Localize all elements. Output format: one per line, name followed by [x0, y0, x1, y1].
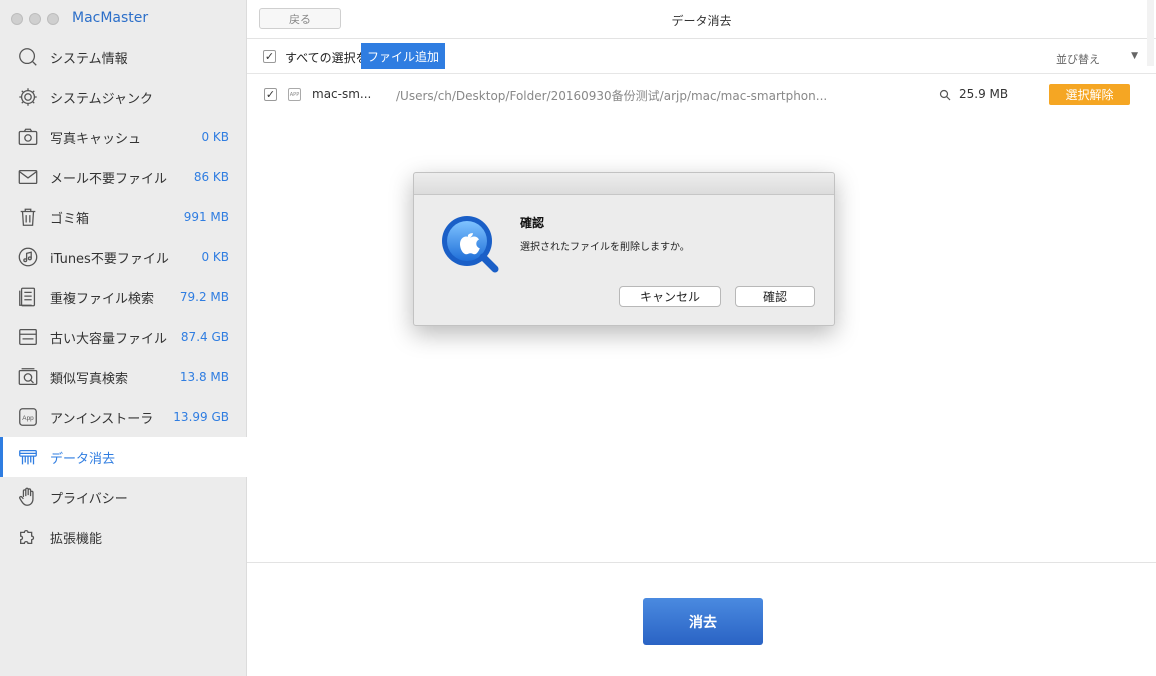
shredder-icon [16, 445, 40, 469]
similar-photo-icon [16, 365, 40, 389]
chevron-down-icon[interactable]: ▼ [1131, 51, 1138, 61]
sidebar-item-size: 13.99 GB [173, 410, 229, 424]
gear-icon [16, 85, 40, 109]
sidebar-item-label: データ消去 [50, 451, 116, 467]
sidebar-item-size: 13.8 MB [179, 370, 229, 384]
mail-icon [16, 165, 40, 189]
app-icon: App [16, 405, 40, 429]
sidebar-item-label: プライバシー [50, 491, 128, 507]
zoom-window-button[interactable] [47, 13, 59, 25]
sort-dropdown[interactable]: 並び替え [1056, 51, 1100, 67]
close-window-button[interactable] [11, 13, 23, 25]
file-path: /Users/ch/Desktop/Folder/20160930备份测试/ar… [396, 89, 828, 103]
select-all-checkbox[interactable]: ✓ [263, 50, 276, 63]
app-logo-icon [442, 216, 499, 273]
sidebar-item-size: 991 MB [183, 210, 229, 224]
sidebar-item-label: システム情報 [50, 51, 128, 67]
file-size: 25.9 MB [959, 87, 1009, 101]
sidebar-item-size: 0 KB [201, 250, 229, 264]
deselect-button[interactable]: 選択解除 [1049, 84, 1130, 105]
confirm-dialog: 確認 選択されたファイルを削除しますか。 キャンセル 確認 [413, 172, 835, 326]
music-icon [16, 245, 40, 269]
svg-text:App: App [22, 415, 34, 422]
sidebar-item-duplicate-finder[interactable]: 重複ファイル検索 79.2 MB [0, 277, 247, 317]
page-title: データ消去 [671, 14, 732, 28]
sidebar-item-mail-junk[interactable]: メール不要ファイル 86 KB [0, 157, 247, 197]
list-toolbar: ✓ すべての選択を ファイル追加 並び替え ▼ [247, 39, 1156, 74]
confirm-button[interactable]: 確認 [735, 286, 815, 307]
bottom-bar: 消去 [247, 562, 1156, 676]
puzzle-icon [16, 525, 40, 549]
app-title: MacMaster [72, 10, 149, 26]
file-icon: APP [288, 88, 301, 101]
window-controls [11, 13, 59, 25]
file-checkbox[interactable]: ✓ [264, 88, 277, 101]
sidebar-item-itunes-junk[interactable]: iTunes不要ファイル 0 KB [0, 237, 247, 277]
sidebar-item-label: 拡張機能 [50, 531, 103, 547]
main-panel: 戻る データ消去 ✓ すべての選択を ファイル追加 並び替え ▼ ✓ APP m… [247, 0, 1156, 676]
sidebar-item-label: ゴミ箱 [50, 211, 90, 227]
sidebar-item-data-erase[interactable]: データ消去 [0, 437, 247, 477]
minimize-window-button[interactable] [29, 13, 41, 25]
dialog-message: 選択されたファイルを削除しますか。 [520, 242, 690, 253]
sidebar-item-similar-photos[interactable]: 類似写真検索 13.8 MB [0, 357, 247, 397]
hand-icon [16, 485, 40, 509]
select-all-label: すべての選択を [285, 51, 368, 65]
sidebar-item-system-info[interactable]: システム情報 [0, 37, 247, 77]
sidebar-item-size: 79.2 MB [179, 290, 229, 304]
dialog-title: 確認 [520, 216, 545, 230]
trash-icon [16, 205, 40, 229]
sidebar-item-privacy[interactable]: プライバシー [0, 477, 247, 517]
sidebar-item-label: 古い大容量ファイル [50, 331, 168, 347]
sidebar-item-label: アンインストーラ [50, 411, 154, 427]
search-icon [16, 45, 40, 69]
sidebar-nav: システム情報 システムジャンク 写真キャッシュ 0 KB メール不要ファイル 8… [0, 37, 247, 557]
sidebar-item-trash[interactable]: ゴミ箱 991 MB [0, 197, 247, 237]
sidebar-item-size: 86 KB [193, 170, 229, 184]
search-icon[interactable] [939, 89, 951, 101]
sidebar-item-photo-cache[interactable]: 写真キャッシュ 0 KB [0, 117, 247, 157]
large-file-icon [16, 325, 40, 349]
sidebar-item-large-files[interactable]: 古い大容量ファイル 87.4 GB [0, 317, 247, 357]
duplicate-icon [16, 285, 40, 309]
sidebar-item-uninstaller[interactable]: App アンインストーラ 13.99 GB [0, 397, 247, 437]
sidebar: MacMaster システム情報 システムジャンク 写真キャッシュ 0 KB メ… [0, 0, 247, 676]
sidebar-item-label: 写真キャッシュ [50, 131, 142, 147]
sidebar-item-label: iTunes不要ファイル [50, 251, 169, 267]
top-bar: 戻る データ消去 [247, 0, 1156, 66]
dialog-titlebar [414, 173, 834, 195]
file-name: mac-sm... [312, 87, 372, 101]
camera-icon [16, 125, 40, 149]
sidebar-item-extensions[interactable]: 拡張機能 [0, 517, 247, 557]
sidebar-item-label: システムジャンク [50, 91, 153, 107]
file-row: ✓ APP mac-sm... /Users/ch/Desktop/Folder… [247, 74, 1156, 114]
cancel-button[interactable]: キャンセル [619, 286, 721, 307]
sidebar-item-size: 0 KB [201, 130, 229, 144]
erase-button[interactable]: 消去 [643, 598, 763, 645]
add-file-button[interactable]: ファイル追加 [361, 43, 446, 69]
sidebar-item-label: 類似写真検索 [50, 371, 129, 387]
sidebar-item-label: 重複ファイル検索 [50, 291, 155, 307]
sidebar-item-system-junk[interactable]: システムジャンク [0, 77, 247, 117]
sidebar-item-label: メール不要ファイル [50, 171, 168, 187]
sidebar-item-size: 87.4 GB [180, 330, 229, 344]
